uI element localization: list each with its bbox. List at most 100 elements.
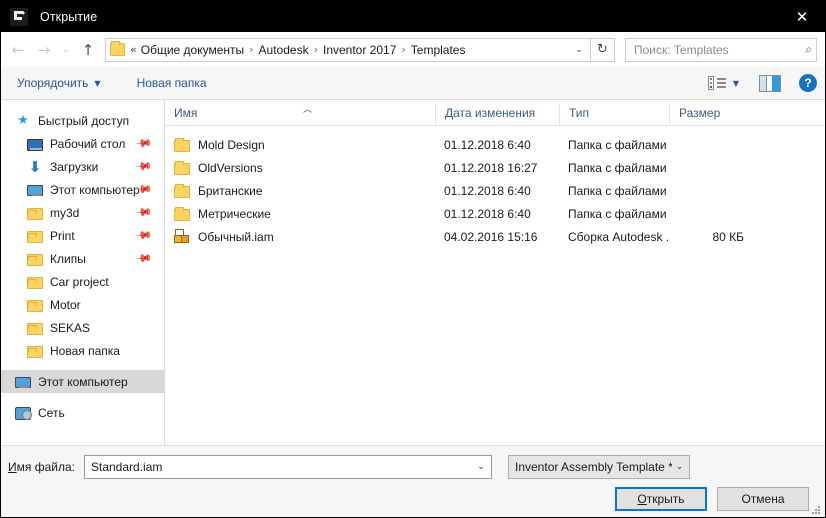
file-type-filter-value: Inventor Assembly Template *.i: [515, 460, 672, 474]
up-icon[interactable]: ↑: [75, 37, 101, 63]
sidebar-item-label: Этот компьютер: [50, 182, 140, 197]
sidebar-item-this-pc[interactable]: Этот компьютер: [1, 370, 164, 393]
sidebar-item-label: Этот компьютер: [38, 374, 128, 389]
chevron-right-icon: ›: [313, 43, 318, 56]
sidebar-item-sekas[interactable]: SEKAS: [1, 316, 164, 339]
table-row[interactable]: Британские 01.12.2018 6:40 Папка с файла…: [165, 179, 825, 202]
pin-icon[interactable]: 📌: [135, 157, 154, 176]
table-row[interactable]: Обычный.iam 04.02.2016 15:16 Сборка Auto…: [165, 225, 825, 248]
sidebar-item-print[interactable]: Print 📌: [1, 224, 164, 247]
chevron-down-icon[interactable]: ⌄: [570, 45, 588, 55]
search-placeholder: Поиск: Templates: [634, 42, 729, 57]
search-input[interactable]: Поиск: Templates ⌕: [625, 37, 817, 62]
table-row[interactable]: Mold Design 01.12.2018 6:40 Папка с файл…: [165, 133, 825, 156]
chevron-down-icon: ▼: [732, 78, 739, 88]
breadcrumb[interactable]: « Общие документы › Autodesk › Inventor …: [105, 37, 591, 62]
pin-icon[interactable]: 📌: [135, 249, 154, 268]
filename-value: Standard.iam: [91, 460, 163, 474]
file-date: 01.12.2018 6:40: [444, 183, 531, 198]
preview-pane-icon[interactable]: [759, 74, 781, 92]
chevron-down-icon: ▼: [94, 78, 101, 88]
filename-input[interactable]: Standard.iam ⌄: [84, 455, 492, 479]
assembly-icon: [174, 229, 190, 244]
back-icon[interactable]: ←: [5, 37, 31, 63]
folder-icon: [27, 254, 43, 266]
column-header-label: Тип: [569, 106, 590, 120]
file-type: Папка с файлами: [568, 183, 667, 198]
sidebar-item-motor[interactable]: Motor: [1, 293, 164, 316]
sidebar-item-label: Print: [50, 228, 75, 243]
filename-label-accel: И: [8, 460, 17, 474]
refresh-icon[interactable]: ↻: [591, 37, 615, 62]
network-icon: [15, 407, 32, 420]
column-header-type[interactable]: Тип: [559, 104, 669, 125]
pc-icon: [27, 185, 43, 196]
table-row[interactable]: OldVersions 01.12.2018 16:27 Папка с фай…: [165, 156, 825, 179]
sidebar-item-network[interactable]: Сеть: [1, 401, 164, 424]
download-icon: ⬇: [28, 157, 42, 176]
open-button[interactable]: Открыть: [615, 487, 707, 511]
forward-icon[interactable]: →: [31, 37, 57, 63]
sidebar-item-my3d[interactable]: my3d 📌: [1, 201, 164, 224]
star-icon: ★: [17, 112, 29, 128]
sidebar-item-label: Сеть: [38, 405, 65, 420]
dialog-buttons: Открыть Отмена: [1, 480, 825, 511]
breadcrumb-item-1[interactable]: Autodesk: [259, 43, 309, 57]
pin-icon[interactable]: 📌: [135, 134, 154, 153]
organize-button[interactable]: Упорядочить ▼: [17, 76, 101, 90]
sidebar-item-new-folder[interactable]: Новая папка: [1, 339, 164, 362]
file-size: 80 КБ: [712, 229, 744, 244]
file-name-cell: Mold Design: [165, 137, 435, 152]
folder-icon: [27, 300, 43, 312]
column-header-date[interactable]: Дата изменения: [435, 104, 559, 125]
recent-locations-icon[interactable]: ⌄: [57, 37, 75, 63]
filename-row: Имя файла: Standard.iam ⌄ Inventor Assem…: [1, 446, 825, 480]
sidebar-item-car-project[interactable]: Car project: [1, 270, 164, 293]
pin-icon[interactable]: 📌: [135, 226, 154, 245]
help-icon[interactable]: ?: [799, 74, 817, 92]
breadcrumb-overflow-icon[interactable]: «: [130, 43, 141, 56]
breadcrumb-item-0[interactable]: Общие документы: [141, 43, 244, 57]
open-accel: О: [637, 492, 647, 506]
file-name: OldVersions: [198, 160, 263, 175]
sidebar-item-quick-access[interactable]: ★ Быстрый доступ: [1, 109, 164, 132]
sidebar-item-label: Car project: [50, 274, 109, 289]
folder-icon: [27, 346, 43, 358]
sidebar-item-desktop[interactable]: Рабочий стол 📌: [1, 132, 164, 155]
chevron-down-icon: ⌄: [675, 462, 684, 472]
filename-label: Имя файла:: [1, 460, 75, 474]
table-row[interactable]: Метрические 01.12.2018 6:40 Папка с файл…: [165, 202, 825, 225]
sidebar-item-label: Быстрый доступ: [38, 113, 130, 128]
breadcrumb-item-3[interactable]: Templates: [411, 43, 466, 57]
file-type: Папка с файлами: [568, 137, 667, 152]
pin-icon[interactable]: 📌: [135, 203, 154, 222]
resize-grip[interactable]: [812, 506, 821, 515]
sidebar-item-downloads[interactable]: ⬇ Загрузки 📌: [1, 155, 164, 178]
folder-icon: [110, 41, 125, 56]
inventor-icon: [10, 7, 28, 26]
breadcrumb-item-2[interactable]: Inventor 2017: [323, 43, 396, 57]
sidebar-item-label: Новая папка: [50, 343, 120, 358]
folder-icon: [174, 206, 190, 221]
file-type-filter-dropdown[interactable]: Inventor Assembly Template *.i ⌄: [508, 455, 690, 479]
close-icon[interactable]: ✕: [779, 1, 825, 32]
open-button-label: Открыть: [637, 492, 684, 506]
change-view-button[interactable]: ▼: [707, 76, 739, 90]
folder-icon: [27, 277, 43, 289]
column-header-name[interactable]: Имя: [165, 104, 435, 125]
column-header-size[interactable]: Размер: [669, 104, 761, 125]
sidebar-item-this-pc-quick[interactable]: Этот компьютер 📌: [1, 178, 164, 201]
folder-icon: [27, 231, 43, 243]
list-top-gap: [165, 126, 825, 133]
file-date: 01.12.2018 6:40: [444, 137, 531, 152]
cancel-button[interactable]: Отмена: [717, 487, 809, 511]
file-list-pane: ︿ Имя Дата изменения Тип Размер Mold Des…: [165, 100, 825, 445]
new-folder-button[interactable]: Новая папка: [137, 76, 207, 90]
file-type: Папка с файлами: [568, 160, 667, 175]
sidebar-item-klipy[interactable]: Клипы 📌: [1, 247, 164, 270]
chevron-down-icon[interactable]: ⌄: [473, 462, 489, 472]
folder-icon: [174, 160, 190, 175]
list-view-icon: [707, 76, 726, 90]
